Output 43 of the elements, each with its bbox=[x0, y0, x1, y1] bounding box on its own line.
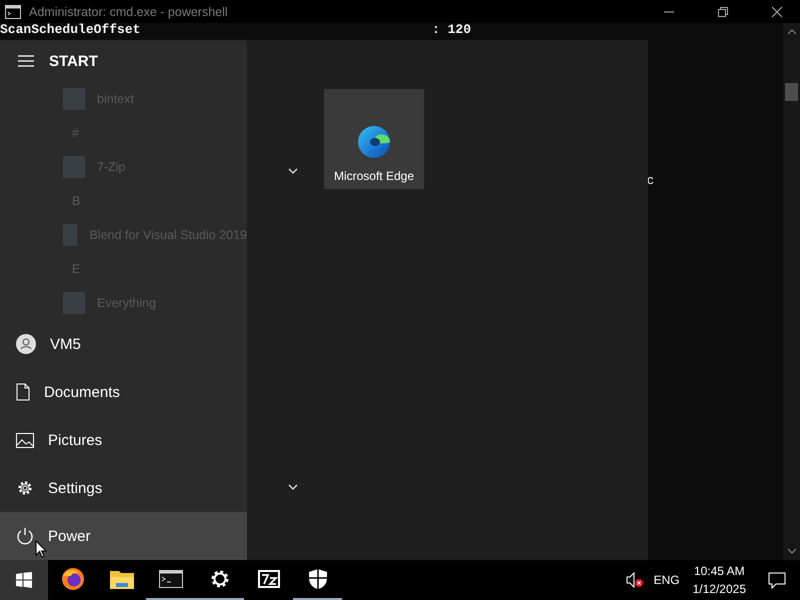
browser-logo-icon bbox=[357, 125, 391, 159]
scroll-up-icon[interactable] bbox=[788, 29, 796, 35]
app-tile[interactable]: Microsoft Edge bbox=[324, 89, 424, 189]
pictures-item[interactable]: Pictures bbox=[0, 416, 247, 464]
console-icon bbox=[5, 4, 21, 18]
settings-item[interactable]: Settings bbox=[0, 464, 247, 512]
folder-icon bbox=[110, 569, 134, 589]
start-title: START bbox=[49, 52, 98, 70]
app-icon bbox=[63, 156, 85, 178]
scrollbar[interactable] bbox=[783, 23, 800, 560]
power-item[interactable]: Power bbox=[0, 512, 247, 560]
chevron-icon[interactable] bbox=[288, 484, 298, 490]
scrollbar-thumb[interactable] bbox=[785, 83, 798, 101]
muted-speaker-icon[interactable] bbox=[626, 572, 644, 588]
windows-logo-icon bbox=[16, 572, 32, 588]
language-indicator[interactable]: ENG bbox=[654, 573, 680, 587]
notification-icon[interactable] bbox=[768, 572, 786, 588]
app-icon bbox=[63, 88, 85, 110]
start-button[interactable] bbox=[0, 560, 48, 600]
app-icon bbox=[63, 292, 85, 314]
chevron-icon[interactable] bbox=[288, 168, 298, 174]
console-text: : 120 bbox=[432, 23, 472, 36]
mouse-cursor-icon bbox=[35, 540, 47, 558]
console-text: ScanScheduleOffset bbox=[0, 23, 142, 36]
scroll-down-icon[interactable] bbox=[788, 548, 796, 554]
close-icon[interactable] bbox=[771, 6, 783, 18]
fox-globe-icon bbox=[60, 567, 84, 591]
app-icon bbox=[63, 224, 78, 246]
settings-icon bbox=[16, 479, 34, 497]
settings-icon bbox=[208, 568, 230, 590]
picture-icon bbox=[16, 432, 34, 448]
documents-item[interactable]: Documents bbox=[0, 368, 247, 416]
shield-icon bbox=[308, 568, 328, 590]
document-icon bbox=[16, 383, 30, 401]
menu-icon[interactable] bbox=[18, 55, 34, 67]
archive-app-icon bbox=[258, 570, 280, 588]
console-icon bbox=[158, 570, 182, 588]
maximize-icon[interactable] bbox=[717, 6, 729, 18]
window-title: Administrator: cmd.exe - powershell bbox=[29, 4, 228, 18]
avatar-icon bbox=[16, 334, 36, 354]
power-icon bbox=[16, 527, 34, 545]
user-account-item[interactable]: VM5 bbox=[0, 320, 247, 368]
clock[interactable]: 10:45 AM 1/12/2025 bbox=[692, 562, 746, 598]
